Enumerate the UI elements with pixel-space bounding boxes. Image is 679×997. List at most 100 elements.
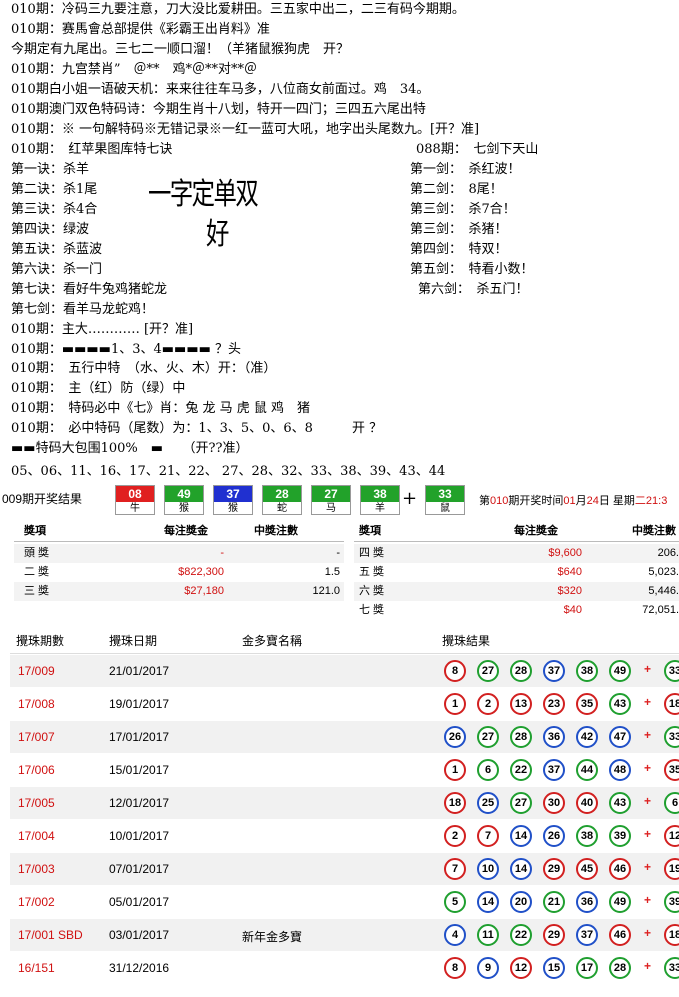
text-line: 第七剑：看羊马龙蛇鸡！ <box>11 302 155 317</box>
result-ball: 26 <box>444 726 466 748</box>
next-draw-info: 第010期开奖时间01月24日 星期二21:3 <box>479 495 668 507</box>
result-ball: 37 <box>576 924 598 946</box>
text-line: 第四剑： 特双！ <box>410 242 508 257</box>
result-ball: 33 鼠 <box>425 485 465 515</box>
history-row: 17/008 19/01/2017 1 2 13 23 35 43 +18 <box>10 688 679 720</box>
history-header: 攪珠期數 攪珠日期 金多寶名稱 攪珠結果 <box>10 624 679 654</box>
header-amount: 每注獎金 <box>164 525 208 537</box>
header-prize: 獎項 <box>24 525 46 537</box>
prize-name: 四 獎 <box>359 547 385 559</box>
result-bar: 009期开奖结果 08 牛 49 猴 37 猴 28 蛇 27 马 38 羊 33 鼠 + 第010期开奖… <box>0 484 679 516</box>
result-ball: 7 <box>444 858 466 880</box>
ball-number: 37 <box>214 486 252 502</box>
ball-zodiac: 马 <box>326 503 336 514</box>
result-ball: 38 羊 <box>360 485 400 515</box>
header-amount: 每注獎金 <box>514 525 558 537</box>
result-ball: 38 <box>576 660 598 682</box>
result-ball: 47 <box>609 726 631 748</box>
draw-date: 19/01/2017 <box>109 697 170 711</box>
header-name: 金多寶名稱 <box>242 634 303 648</box>
period-link[interactable]: 17/008 <box>18 697 55 711</box>
special-ball: 33 <box>664 957 679 979</box>
result-ball: 29 <box>543 924 565 946</box>
period-link[interactable]: 17/003 <box>18 862 55 876</box>
prize-count: 121.0 <box>312 585 340 597</box>
text-line: 第二诀：杀1尾 <box>11 182 98 197</box>
text-line: 010期： 特码必中《七》肖：兔 龙 马 虎 鼠 鸡 猪 <box>11 401 310 416</box>
draw-date: 31/12/2016 <box>109 961 170 975</box>
result-ball: 2 <box>444 825 466 847</box>
result-ball: 28 <box>510 726 532 748</box>
ball-number: 33 <box>426 486 464 502</box>
period-link[interactable]: 16/151 <box>18 961 55 975</box>
draw-date: 03/01/2017 <box>109 928 170 942</box>
text-line: 第一诀：杀羊 <box>11 162 90 177</box>
special-ball: 6 <box>664 792 679 814</box>
result-ball: 44 <box>576 759 598 781</box>
result-ball: 40 <box>576 792 598 814</box>
header-count: 中獎注數 <box>254 525 298 537</box>
jackpot-name: 新年金多寶 <box>242 930 303 944</box>
period-link[interactable]: 17/002 <box>18 895 55 909</box>
history-row: 17/009 21/01/2017 8 27 28 37 38 49 +33 <box>10 655 679 687</box>
result-ball: 2 <box>477 693 499 715</box>
prize-table: 獎項 每注獎金 中獎注數 獎項 每注獎金 中獎注數 頭 獎 - - 二 獎 $822,3… <box>14 520 679 620</box>
result-ball: 25 <box>477 792 499 814</box>
prize-name: 二 獎 <box>24 566 50 578</box>
history-row: 17/005 12/01/2017 18 25 27 30 40 43 +6 <box>10 787 679 819</box>
ball-number: 27 <box>312 486 350 502</box>
period-link[interactable]: 17/006 <box>18 763 55 777</box>
draw-date: 12/01/2017 <box>109 796 170 810</box>
text-line: 第三诀：杀4合 <box>11 202 98 217</box>
result-ball: 46 <box>609 924 631 946</box>
prize-amount: $27,180 <box>184 585 224 597</box>
result-ball: 7 <box>477 825 499 847</box>
prize-row: 三 獎 $27,180 121.0 <box>14 582 344 601</box>
prize-amount: $40 <box>563 604 582 616</box>
text-line: 010期：赛馬會总部提供《彩霸王出肖料》准 <box>11 22 270 37</box>
text-line: 第六诀：杀一门 <box>11 262 103 277</box>
prize-count: 72,051. <box>642 604 679 616</box>
history-row: 17/002 05/01/2017 5 14 20 21 36 49 +39 <box>10 886 679 918</box>
result-ball: 42 <box>576 726 598 748</box>
special-ball: 39 <box>664 891 679 913</box>
text-line: 第四诀：绿波 <box>11 222 90 237</box>
result-ball: 14 <box>510 858 532 880</box>
period-link[interactable]: 17/001 SBD <box>18 928 83 942</box>
result-ball: 45 <box>576 858 598 880</box>
prize-count: - <box>336 547 340 559</box>
plus-sign: + <box>644 860 652 874</box>
result-ball: 37 <box>543 759 565 781</box>
plus-sign: + <box>644 695 652 709</box>
text-line: 第二剑： 8尾！ <box>410 182 503 197</box>
result-ball: 27 <box>477 660 499 682</box>
period-link[interactable]: 17/007 <box>18 730 55 744</box>
prize-amount: $640 <box>557 566 582 578</box>
result-ball: 28 蛇 <box>262 485 302 515</box>
result-ball: 49 <box>609 891 631 913</box>
prize-row: 六 獎 $320 5,446. <box>354 582 679 601</box>
result-ball: 29 <box>543 858 565 880</box>
plus-sign: + <box>402 488 418 509</box>
ball-number: 38 <box>361 486 399 502</box>
result-ball: 36 <box>543 726 565 748</box>
special-ball: 18 <box>664 924 679 946</box>
special-ball: 33 <box>664 726 679 748</box>
text-line: 010期澳门双色特码诗：今期生肖十八划，特开一四门；三四五六尾出特 <box>11 102 426 117</box>
result-ball: 49 猴 <box>164 485 204 515</box>
text-line: 第六剑： 杀五门！ <box>418 282 529 297</box>
history-row: 17/001 SBD 03/01/2017 新年金多寶 4 11 22 29 37 46 +18 <box>10 919 679 951</box>
prize-row: 五 獎 $640 5,023. <box>354 563 679 582</box>
result-ball: 21 <box>543 891 565 913</box>
plus-sign: + <box>644 926 652 940</box>
result-ball: 10 <box>477 858 499 880</box>
prize-name: 五 獎 <box>359 566 385 578</box>
ball-number: 28 <box>263 486 301 502</box>
period-link[interactable]: 17/005 <box>18 796 55 810</box>
number-list: 05、06、11、16、17、21、22、 27、28、32、33、38、39、… <box>11 464 446 479</box>
period-link[interactable]: 17/004 <box>18 829 55 843</box>
period-link[interactable]: 17/009 <box>18 664 55 678</box>
text-line: 010期：冷码三九要注意，刀大没比爱耕田。三五家中出二，二三有码今期期。 <box>11 2 465 17</box>
text-line: ▬▬特码大包围100% ▬ （开??准） <box>11 441 249 456</box>
special-ball: 33 <box>664 660 679 682</box>
